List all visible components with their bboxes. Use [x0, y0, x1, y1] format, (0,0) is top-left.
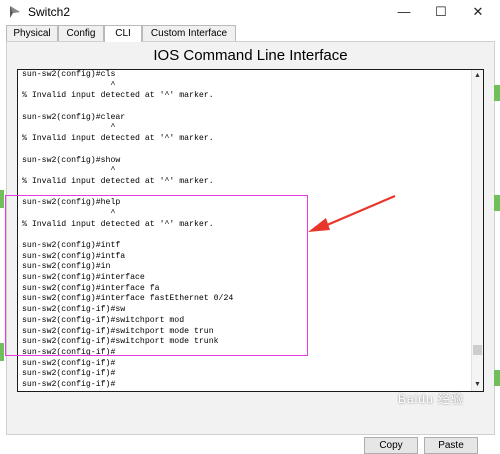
- minimize-button[interactable]: —: [388, 2, 420, 22]
- copy-button[interactable]: Copy: [364, 437, 418, 454]
- terminal-scrollbar[interactable]: ▲ ▼: [471, 70, 483, 391]
- tab-custom-interface[interactable]: Custom Interface: [142, 25, 236, 41]
- scroll-up-icon[interactable]: ▲: [472, 70, 483, 81]
- cli-terminal[interactable]: sun-sw2(config)#cls ^% Invalid input det…: [17, 69, 484, 392]
- terminal-line: sun-sw2(config-if)#: [22, 347, 116, 357]
- terminal-line: % Invalid input detected at '^' marker.: [22, 176, 214, 186]
- terminal-line: sun-sw2(config)#intf: [22, 241, 121, 250]
- terminal-line: sun-sw2(config-if)#: [22, 379, 116, 389]
- terminal-line: sun-sw2(config)#help: [22, 198, 121, 208]
- terminal-line: sun-sw2(config)#interface fa: [22, 283, 160, 293]
- terminal-line: sun-sw2(config)#clear: [22, 112, 126, 122]
- terminal-line: ^: [22, 166, 116, 176]
- terminal-line: sun-sw2(config-if)#: [22, 358, 116, 368]
- terminal-line: sun-sw2(config)#show: [22, 155, 121, 165]
- terminal-line: sun-sw2(config)#in: [22, 262, 111, 272]
- window-title: Switch2: [28, 5, 71, 19]
- terminal-line: sun-sw2(config-if)#: [22, 369, 116, 379]
- terminal-line: sun-sw2(config)#interface fastEthernet 0…: [22, 294, 234, 304]
- paste-button[interactable]: Paste: [424, 437, 478, 454]
- tab-physical[interactable]: Physical: [6, 25, 58, 41]
- terminal-line: sun-sw2(config-if)#switchport mod: [22, 315, 185, 325]
- terminal-line: sun-sw2(config-if)#sw: [22, 305, 126, 315]
- app-icon: [10, 6, 20, 18]
- tab-config[interactable]: Config: [58, 25, 104, 41]
- terminal-line: sun-sw2(config)#interface: [22, 273, 145, 283]
- terminal-line: sun-sw2(config-if)#switchport mode trunk: [22, 337, 219, 347]
- terminal-line: sun-sw2(config-if)#switchport mode trun: [22, 326, 214, 336]
- terminal-line: sun-sw2(config)#intfa: [22, 251, 126, 261]
- maximize-button[interactable]: ☐: [425, 2, 457, 22]
- terminal-line: % Invalid input detected at '^' marker.: [22, 219, 214, 229]
- scroll-thumb[interactable]: [473, 345, 482, 355]
- terminal-line: sun-sw2(config)#cls: [22, 70, 116, 79]
- terminal-line: % Invalid input detected at '^' marker.: [22, 91, 214, 101]
- terminal-line: ^: [22, 208, 116, 218]
- close-button[interactable]: ✕: [462, 2, 494, 22]
- background-edge-right: [494, 60, 500, 440]
- page-title: IOS Command Line Interface: [153, 47, 348, 64]
- tab-cli[interactable]: CLI: [104, 25, 142, 42]
- terminal-line: ^: [22, 123, 116, 133]
- background-edge-left: [0, 60, 5, 440]
- scroll-down-icon[interactable]: ▼: [472, 379, 483, 390]
- terminal-line: % Invalid input detected at '^' marker.: [22, 134, 214, 144]
- terminal-line: ^: [22, 80, 116, 90]
- title-bar: Switch2 — ☐ ✕: [0, 0, 500, 24]
- switch-window: Switch2 — ☐ ✕ Physical Config CLI Custom…: [0, 0, 500, 454]
- terminal-output: sun-sw2(config)#cls ^% Invalid input det…: [22, 70, 462, 391]
- cli-panel: IOS Command Line Interface sun-sw2(confi…: [6, 41, 495, 454]
